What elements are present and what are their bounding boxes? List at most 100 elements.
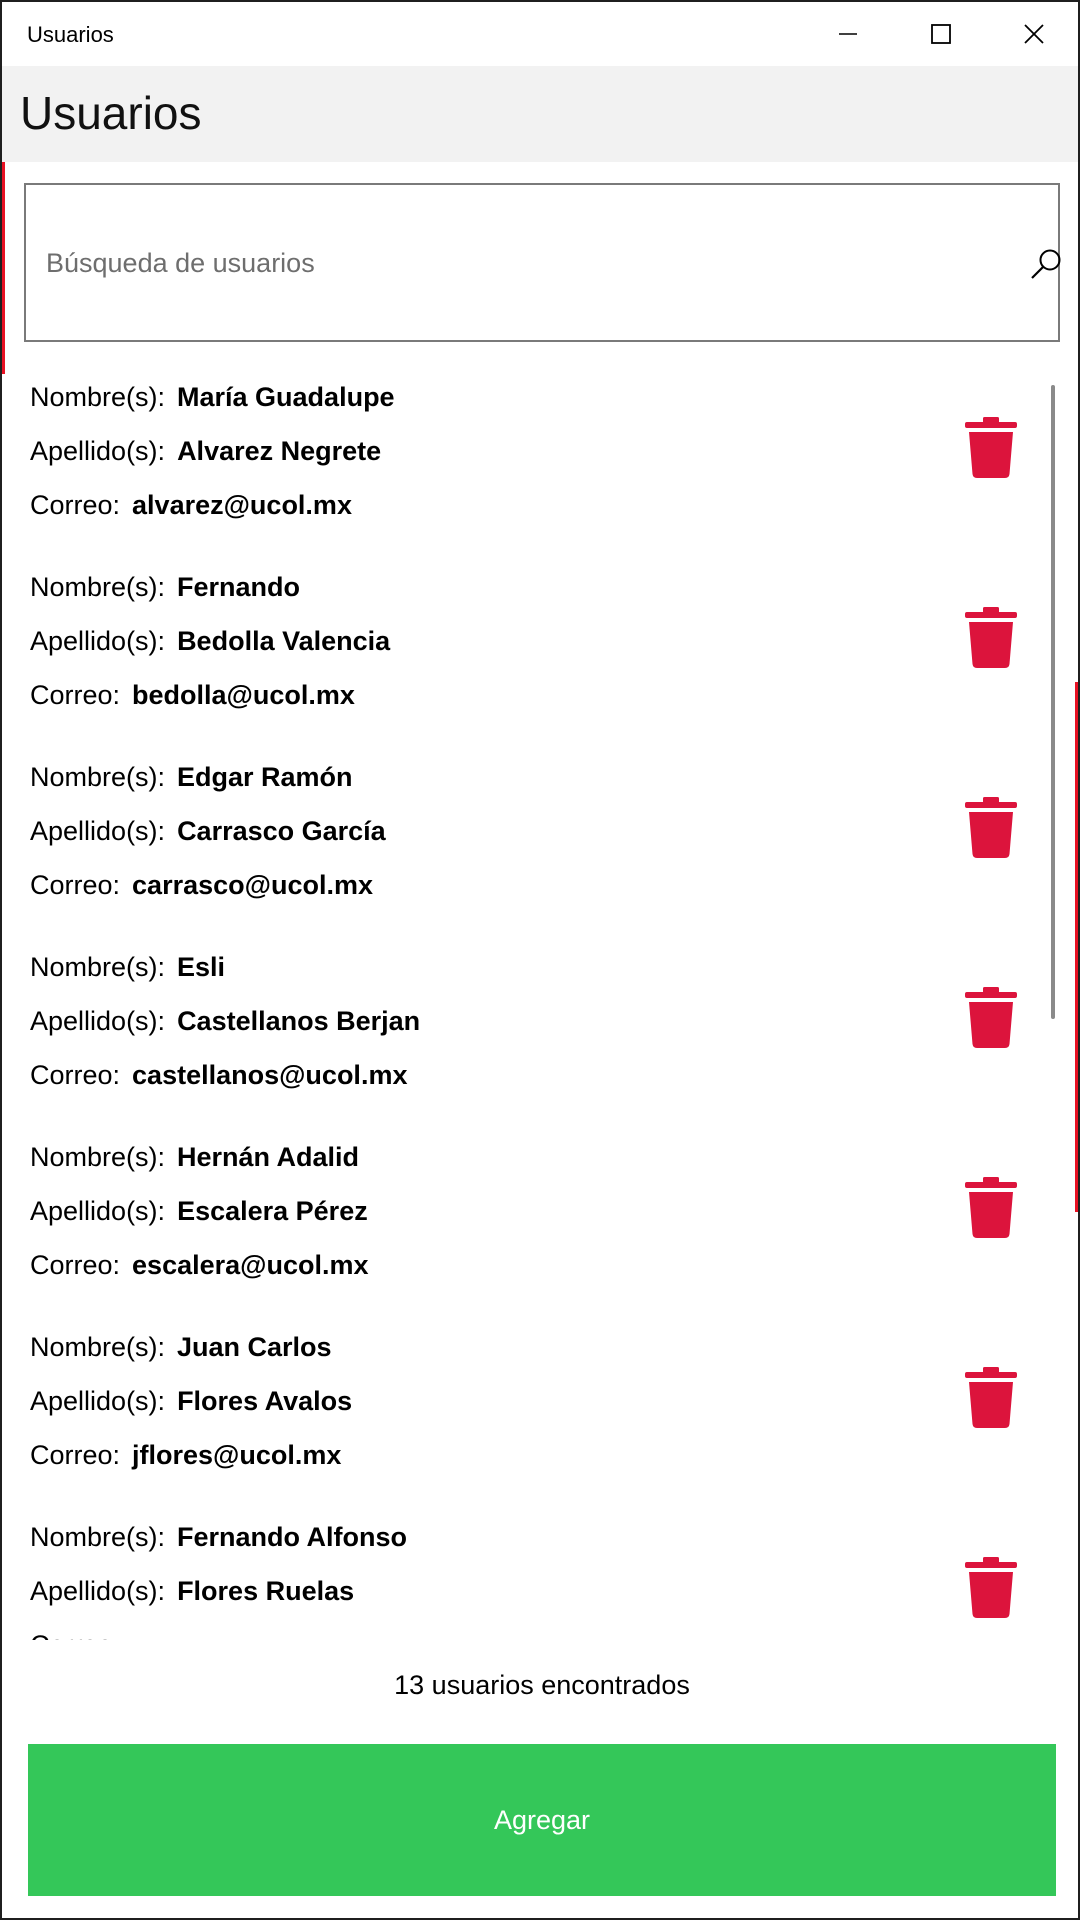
correo-row: Correo: castellanos@ucol.mx bbox=[30, 1060, 407, 1091]
nombre-row: Nombre(s): Esli bbox=[30, 952, 225, 983]
trash-icon bbox=[965, 797, 1017, 858]
search-icon[interactable] bbox=[1026, 245, 1066, 285]
correo-value: carrasco@ucol.mx bbox=[132, 870, 373, 900]
apellido-label: Apellido(s): bbox=[30, 1576, 166, 1606]
close-button[interactable] bbox=[988, 2, 1078, 66]
trash-icon bbox=[965, 1177, 1017, 1238]
user-list-item: Nombre(s): Hernán Adalid Apellido(s): Esca… bbox=[2, 1132, 1062, 1322]
delete-user-button[interactable] bbox=[960, 1366, 1022, 1430]
nombre-value: Juan Carlos bbox=[177, 1332, 332, 1362]
title-bar: Usuarios bbox=[2, 2, 1078, 66]
correo-label: Correo: bbox=[30, 680, 121, 710]
apellido-row: Apellido(s): Bedolla Valencia bbox=[30, 626, 390, 657]
apellido-row: Apellido(s): Flores Avalos bbox=[30, 1386, 352, 1417]
nombre-value: Fernando bbox=[177, 572, 301, 602]
nombre-label: Nombre(s): bbox=[30, 1142, 166, 1172]
trash-icon bbox=[965, 1367, 1017, 1428]
apellido-row: Apellido(s): Flores Ruelas bbox=[30, 1576, 354, 1607]
apellido-label: Apellido(s): bbox=[30, 1386, 166, 1416]
add-user-button[interactable]: Agregar bbox=[28, 1744, 1056, 1896]
correo-label: Correo: bbox=[30, 1060, 121, 1090]
apellido-value: Bedolla Valencia bbox=[177, 626, 391, 656]
apellido-row: Apellido(s): Castellanos Berjan bbox=[30, 1006, 420, 1037]
correo-row: Correo: bedolla@ucol.mx bbox=[30, 680, 355, 711]
nombre-value: Esli bbox=[177, 952, 226, 982]
trash-icon bbox=[965, 607, 1017, 668]
nombre-value: Fernando Alfonso bbox=[177, 1522, 408, 1552]
trash-icon bbox=[965, 1557, 1017, 1618]
nombre-label: Nombre(s): bbox=[30, 572, 166, 602]
correo-value: alvarez@ucol.mx bbox=[132, 490, 352, 520]
correo-label: Correo: bbox=[30, 870, 121, 900]
apellido-value: Carrasco García bbox=[177, 816, 386, 846]
correo-label: Correo: bbox=[30, 1440, 121, 1470]
page-title: Usuarios bbox=[20, 87, 202, 139]
correo-row: Correo: carrasco@ucol.mx bbox=[30, 870, 373, 901]
minimize-icon bbox=[839, 33, 857, 35]
apellido-label: Apellido(s): bbox=[30, 626, 166, 656]
nombre-label: Nombre(s): bbox=[30, 762, 166, 792]
apellido-label: Apellido(s): bbox=[30, 1006, 166, 1036]
apellido-label: Apellido(s): bbox=[30, 816, 166, 846]
maximize-icon bbox=[931, 24, 951, 44]
nombre-label: Nombre(s): bbox=[30, 1522, 166, 1552]
trash-icon bbox=[965, 417, 1017, 478]
correo-value: bedolla@ucol.mx bbox=[132, 680, 355, 710]
nombre-row: Nombre(s): María Guadalupe bbox=[30, 382, 395, 413]
correo-value: castellanos@ucol.mx bbox=[132, 1060, 408, 1090]
user-list[interactable]: Nombre(s): María Guadalupe Apellido(s): Al… bbox=[2, 372, 1062, 1640]
apellido-label: Apellido(s): bbox=[30, 436, 166, 466]
list-scrollbar[interactable] bbox=[1051, 385, 1055, 1019]
nombre-value: Edgar Ramón bbox=[177, 762, 353, 792]
correo-row: Correo: bbox=[30, 1630, 132, 1640]
delete-user-button[interactable] bbox=[960, 1556, 1022, 1620]
close-icon bbox=[1024, 24, 1044, 44]
nombre-row: Nombre(s): Juan Carlos bbox=[30, 1332, 332, 1363]
apellido-value: Alvarez Negrete bbox=[177, 436, 382, 466]
nombre-value: María Guadalupe bbox=[177, 382, 395, 412]
apellido-row: Apellido(s): Carrasco García bbox=[30, 816, 386, 847]
trash-icon bbox=[965, 987, 1017, 1048]
delete-user-button[interactable] bbox=[960, 986, 1022, 1050]
user-list-item: Nombre(s): Juan Carlos Apellido(s): Flores… bbox=[2, 1322, 1062, 1512]
delete-user-button[interactable] bbox=[960, 606, 1022, 670]
user-list-item: Nombre(s): Esli Apellido(s): Castellanos B… bbox=[2, 942, 1062, 1132]
search-input[interactable] bbox=[46, 235, 986, 291]
delete-user-button[interactable] bbox=[960, 796, 1022, 860]
user-list-item: Nombre(s): María Guadalupe Apellido(s): Al… bbox=[2, 372, 1062, 562]
nombre-row: Nombre(s): Fernando Alfonso bbox=[30, 1522, 407, 1553]
correo-label: Correo: bbox=[30, 1630, 120, 1640]
nombre-label: Nombre(s): bbox=[30, 952, 166, 982]
nombre-label: Nombre(s): bbox=[30, 1332, 166, 1362]
window-accent-right bbox=[1075, 682, 1078, 1212]
apellido-value: Flores Ruelas bbox=[177, 1576, 355, 1606]
correo-row: Correo: alvarez@ucol.mx bbox=[30, 490, 352, 521]
delete-user-button[interactable] bbox=[960, 1176, 1022, 1240]
correo-row: Correo: escalera@ucol.mx bbox=[30, 1250, 369, 1281]
maximize-button[interactable] bbox=[895, 2, 987, 66]
correo-value: escalera@ucol.mx bbox=[132, 1250, 369, 1280]
nombre-row: Nombre(s): Edgar Ramón bbox=[30, 762, 353, 793]
nombre-value: Hernán Adalid bbox=[177, 1142, 360, 1172]
page-header: Usuarios bbox=[2, 66, 1078, 162]
window-title: Usuarios bbox=[27, 22, 114, 47]
correo-label: Correo: bbox=[30, 490, 121, 520]
apellido-value: Flores Avalos bbox=[177, 1386, 353, 1416]
nombre-row: Nombre(s): Fernando bbox=[30, 572, 300, 603]
minimize-button[interactable] bbox=[802, 2, 894, 66]
add-button-label: Agregar bbox=[493, 1804, 591, 1835]
apellido-row: Apellido(s): Alvarez Negrete bbox=[30, 436, 381, 467]
user-list-item: Nombre(s): Fernando Apellido(s): Bedolla V… bbox=[2, 562, 1062, 752]
results-count: 13 usuarios encontrados bbox=[394, 1670, 690, 1700]
correo-label: Correo: bbox=[30, 1250, 121, 1280]
apellido-label: Apellido(s): bbox=[30, 1196, 166, 1226]
app-window: Usuarios Usuarios Nombre(s): María Guadal… bbox=[0, 0, 1080, 1920]
nombre-label: Nombre(s): bbox=[30, 382, 166, 412]
nombre-row: Nombre(s): Hernán Adalid bbox=[30, 1142, 359, 1173]
user-list-item: Nombre(s): Fernando Alfonso Apellido(s): F… bbox=[2, 1512, 1062, 1640]
apellido-row: Apellido(s): Escalera Pérez bbox=[30, 1196, 368, 1227]
delete-user-button[interactable] bbox=[960, 416, 1022, 480]
apellido-value: Escalera Pérez bbox=[177, 1196, 368, 1226]
search-box[interactable] bbox=[24, 183, 1061, 342]
apellido-value: Castellanos Berjan bbox=[177, 1006, 421, 1036]
